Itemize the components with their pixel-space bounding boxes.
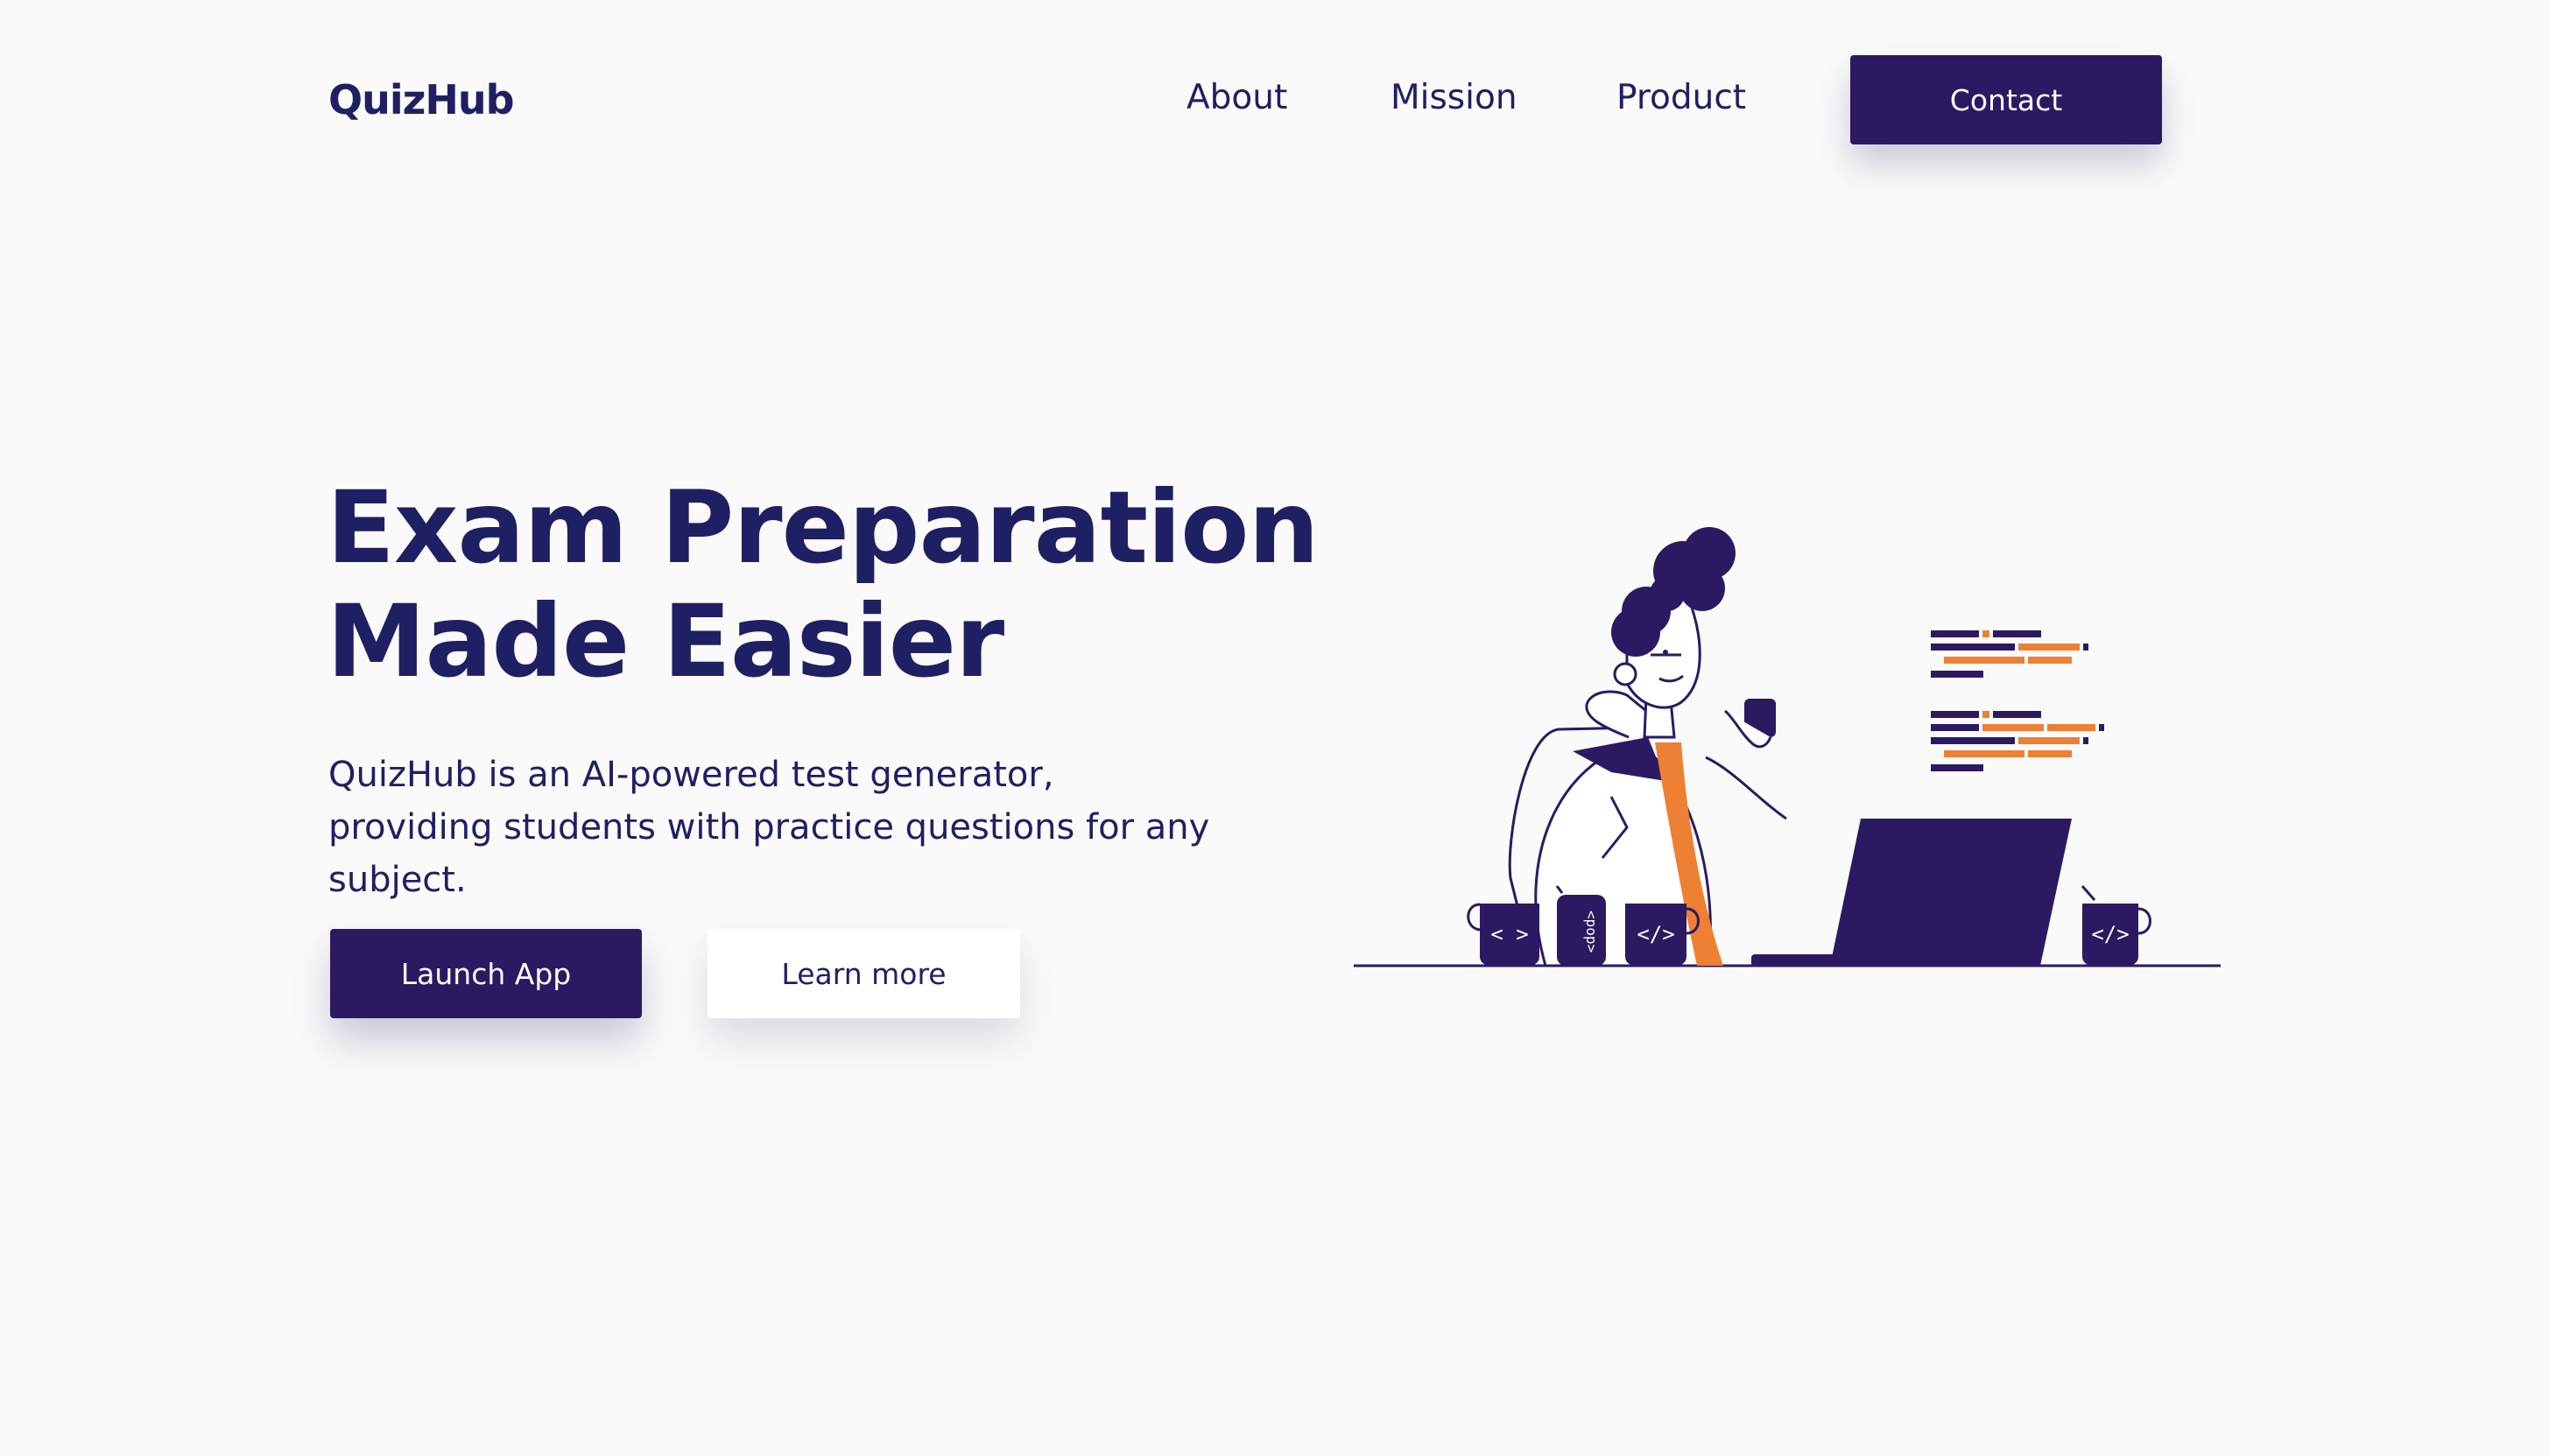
launch-app-button-label: Launch App (400, 956, 572, 991)
launch-app-button[interactable]: Launch App (330, 929, 642, 1018)
code-snippet-bottom (1931, 711, 2104, 771)
soda-can-label: <pop> (1583, 911, 1600, 953)
logo[interactable]: QuizHub (328, 74, 515, 126)
learn-more-button[interactable]: Learn more (708, 929, 1020, 1018)
person-eye (1663, 650, 1668, 655)
mug-middle-label: </> (1637, 922, 1674, 946)
contact-button-label: Contact (1949, 82, 2063, 117)
soda-can: <pop> (1555, 885, 1606, 966)
nav-link-mission[interactable]: Mission (1391, 74, 1517, 123)
hero-headline-line-1: Exam Preparation (327, 469, 1320, 586)
mug-right-label: </> (2091, 922, 2129, 946)
learn-more-button-label: Learn more (781, 956, 947, 991)
hero-description: QuizHub is an AI-powered test generator,… (328, 755, 1210, 900)
nav-link-product[interactable]: Product (1616, 74, 1746, 123)
person-arm (1705, 756, 1787, 820)
mug-left-label: < > (1490, 922, 1528, 946)
developer-illustration: < > <pop> </> </> (1354, 527, 2221, 967)
mug-left: < > (1467, 903, 1539, 966)
person-ear (1613, 662, 1637, 686)
mug-right: </> (2081, 885, 2151, 966)
hero-headline: Exam Preparation Made Easier (327, 469, 1320, 700)
nav-link-about[interactable]: About (1186, 74, 1287, 123)
code-snippet-top (1931, 630, 2088, 678)
laptop (1751, 819, 2072, 967)
hero-headline-line-2: Made Easier (327, 583, 1004, 700)
contact-button[interactable]: Contact (1850, 55, 2162, 144)
